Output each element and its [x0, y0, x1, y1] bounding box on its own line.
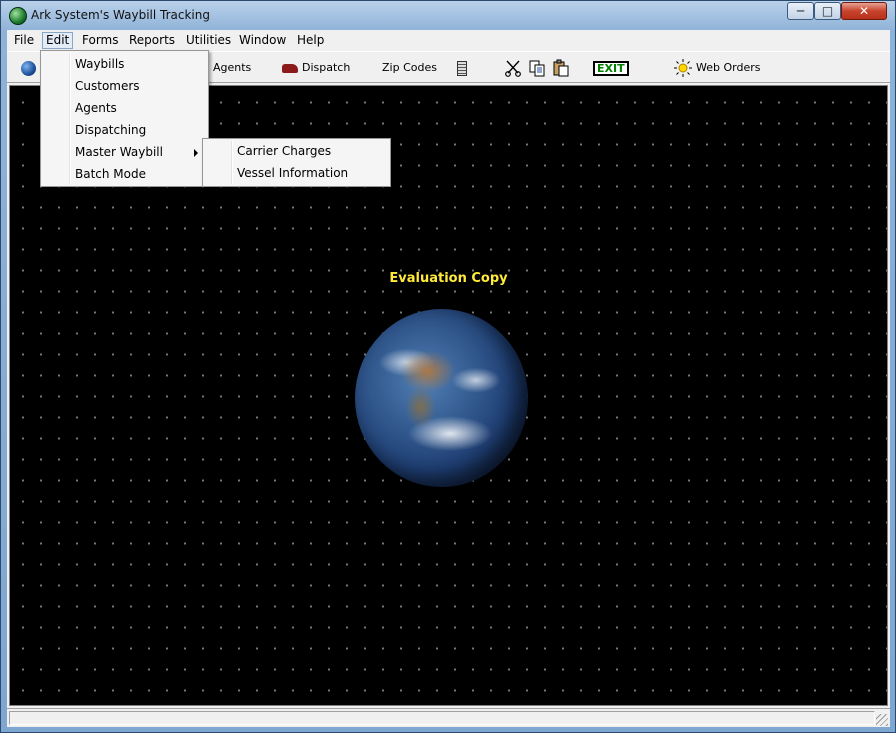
- menu-file[interactable]: File: [11, 32, 37, 49]
- minimize-button[interactable]: ─: [787, 2, 814, 20]
- copy-tool-button[interactable]: [528, 58, 546, 78]
- menu-window[interactable]: Window: [236, 32, 289, 49]
- edit-menu-master-waybill-label: Master Waybill: [75, 145, 163, 159]
- edit-menu-agents[interactable]: Agents: [43, 97, 206, 119]
- zip-codes-tool-button[interactable]: Zip Codes: [382, 58, 437, 78]
- menu-help[interactable]: Help: [294, 32, 327, 49]
- exit-tool-button[interactable]: EXIT: [593, 58, 629, 78]
- app-globe-icon[interactable]: [9, 7, 27, 25]
- sun-icon: [674, 59, 692, 77]
- window-title: Ark System's Waybill Tracking: [31, 8, 210, 22]
- edit-menu-agents-label: Agents: [75, 101, 117, 115]
- exit-label: EXIT: [593, 60, 629, 76]
- evaluation-watermark: Evaluation Copy: [389, 271, 508, 286]
- zip-codes-label: Zip Codes: [382, 61, 437, 74]
- edit-menu-master-waybill[interactable]: Master Waybill: [43, 141, 206, 163]
- calculator-icon: [457, 60, 467, 76]
- edit-menu-dispatching-label: Dispatching: [75, 123, 147, 137]
- web-orders-label: Web Orders: [696, 61, 761, 74]
- submenu-carrier-charges[interactable]: Carrier Charges: [205, 140, 388, 162]
- agents-label: Agents: [213, 61, 252, 74]
- truck-icon: [282, 63, 298, 73]
- resize-grip-icon[interactable]: [876, 714, 888, 726]
- edit-menu-waybills-label: Waybills: [75, 57, 125, 71]
- paste-icon: [553, 59, 569, 77]
- edit-dropdown-menu: Waybills Customers Agents Dispatching Ma…: [40, 50, 209, 187]
- master-waybill-submenu: Carrier Charges Vessel Information: [202, 138, 391, 187]
- menu-utilities[interactable]: Utilities: [183, 32, 234, 49]
- menu-bar: File Edit Forms Reports Utilities Window…: [7, 30, 890, 51]
- scissors-icon: [505, 60, 521, 77]
- cut-tool-button[interactable]: [504, 58, 522, 78]
- submenu-arrow-icon: [194, 149, 198, 157]
- edit-menu-customers[interactable]: Customers: [43, 75, 206, 97]
- globe-icon: [21, 60, 36, 76]
- earth-image: [355, 309, 528, 487]
- status-pane: [9, 711, 875, 725]
- submenu-vessel-information-label: Vessel Information: [237, 166, 349, 180]
- edit-menu-dispatching[interactable]: Dispatching: [43, 119, 206, 141]
- submenu-vessel-information[interactable]: Vessel Information: [205, 162, 388, 184]
- menu-forms[interactable]: Forms: [79, 32, 121, 49]
- menu-reports[interactable]: Reports: [126, 32, 178, 49]
- waybills-tool-button[interactable]: [21, 58, 36, 78]
- calculator-tool-button[interactable]: [457, 58, 467, 78]
- web-orders-tool-button[interactable]: Web Orders: [674, 58, 760, 78]
- dispatch-label: Dispatch: [302, 61, 351, 74]
- edit-menu-batch-mode[interactable]: Batch Mode: [43, 163, 206, 185]
- edit-menu-customers-label: Customers: [75, 79, 140, 93]
- menu-edit[interactable]: Edit: [42, 32, 74, 49]
- status-bar: [7, 708, 890, 727]
- close-button[interactable]: ✕: [841, 2, 887, 20]
- dispatch-tool-button[interactable]: Dispatch: [282, 58, 350, 78]
- agents-tool-button[interactable]: Agents: [213, 58, 251, 78]
- copy-icon: [529, 60, 545, 77]
- edit-menu-waybills[interactable]: Waybills: [43, 53, 206, 75]
- title-bar[interactable]: Ark System's Waybill Tracking ─ □ ✕: [1, 1, 895, 30]
- edit-menu-batch-mode-label: Batch Mode: [75, 167, 147, 181]
- paste-tool-button[interactable]: [552, 58, 570, 78]
- submenu-carrier-charges-label: Carrier Charges: [237, 144, 332, 158]
- maximize-button[interactable]: □: [814, 2, 841, 20]
